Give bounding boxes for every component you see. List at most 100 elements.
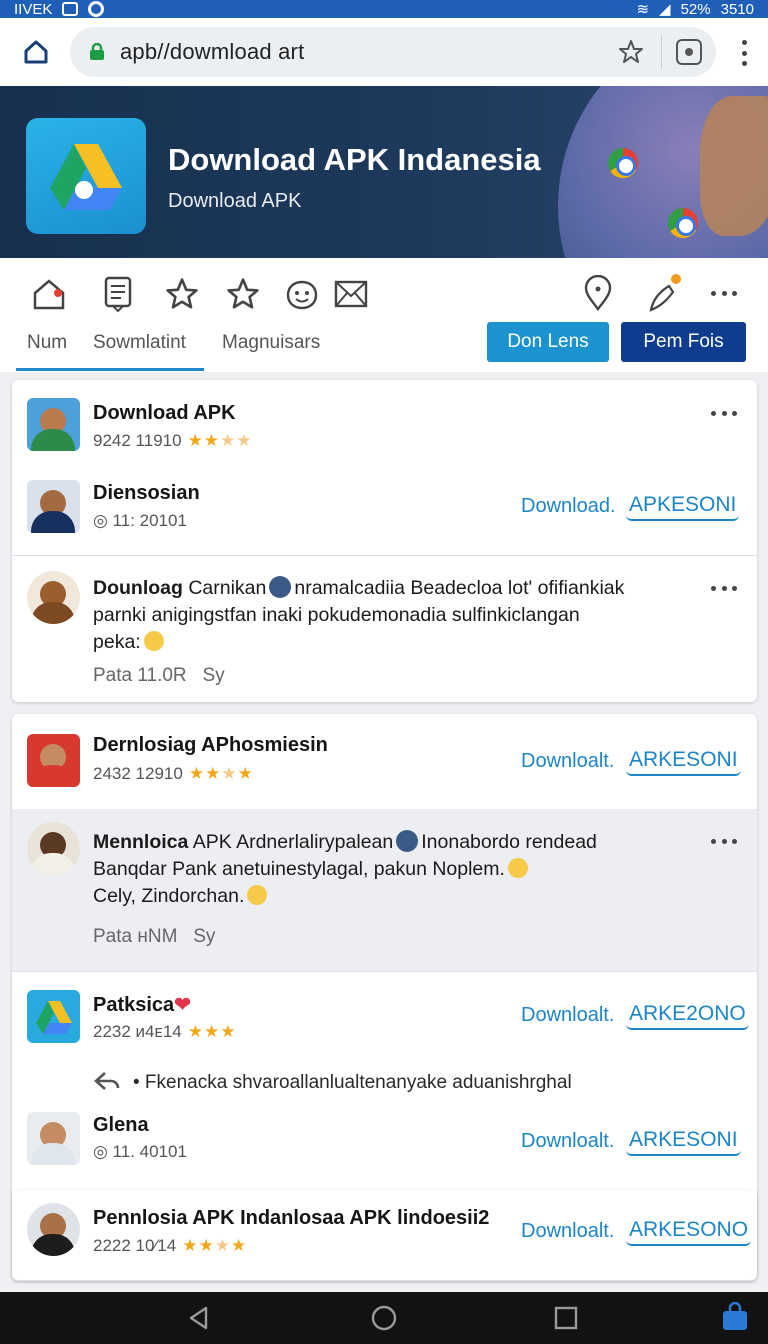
post-menu-button[interactable] [711, 586, 737, 592]
tab-magnuisars[interactable]: Magnuisars [222, 332, 320, 354]
chrome-icon [608, 148, 638, 178]
mail-icon[interactable] [331, 274, 371, 314]
app-stats: 9242 11910 [93, 431, 182, 450]
download-link[interactable]: Downloalt. [521, 1004, 614, 1027]
browser-toolbar: apb//dowmload art [0, 18, 768, 86]
app-meta: 9242 11910 ★★★★ [93, 431, 253, 451]
carrier-label: IIVEK [14, 0, 53, 18]
address-bar[interactable]: apb//dowmload art [70, 27, 716, 77]
active-tab-indicator [16, 368, 204, 371]
download-link[interactable]: Download. [521, 495, 616, 518]
rating-stars: ★★★★ [187, 431, 253, 450]
globe-landmass [700, 96, 768, 236]
avatar[interactable] [27, 990, 80, 1043]
emoji-icon [143, 631, 164, 651]
app-title[interactable]: Dernlosiag APhosmiesin [93, 734, 328, 757]
avatar[interactable] [27, 398, 80, 451]
post-footer: Pata 11.0R Sy [93, 665, 225, 686]
browser-menu-button[interactable] [738, 40, 750, 66]
apk-link[interactable]: ARKESONI [626, 1128, 741, 1156]
download-link[interactable]: Downloalt. [521, 750, 614, 773]
post-footer: Pata нNM Sy [93, 926, 216, 947]
bookmark-star-icon[interactable] [616, 37, 646, 67]
app-meta: ◎ 11: 20101 [93, 511, 187, 530]
app-title[interactable]: Patksica❤ [93, 992, 191, 1017]
rating-stars: ★★★★ [188, 764, 254, 783]
smiley-icon[interactable] [282, 274, 322, 314]
mention-avatar [269, 576, 292, 598]
share-line: • Fkenacka shvaroallanlualtenanyake adua… [93, 1070, 572, 1094]
hero-banner: Download APK Indanesia Download APK [0, 86, 768, 258]
divider [12, 555, 757, 556]
post-text: Mennloica APK Ardnerlalirypalean Inonabor… [93, 830, 597, 907]
url-text[interactable]: apb//dowmload art [120, 39, 304, 65]
tab-switcher-button[interactable] [676, 39, 702, 65]
avatar[interactable] [27, 734, 80, 787]
home-tab-icon[interactable] [29, 274, 69, 314]
apk-link[interactable]: ARKESONI [626, 748, 741, 776]
checkbox-notification-icon [62, 2, 79, 16]
banner-title: Download APK Indanesia [168, 142, 541, 177]
favorite-star-icon[interactable] [223, 274, 263, 314]
app-title[interactable]: Pennlosia APK Indanlosaa APK lindoesii2 [93, 1207, 489, 1230]
clock: 3510 [720, 0, 754, 18]
avatar[interactable] [27, 480, 80, 533]
app-meta: 2222 10⁄14 ★★★★ [93, 1236, 248, 1255]
app-meta: 2232 ᴎ4ᴇ14 ★★★ [93, 1022, 237, 1041]
drive-triangle-icon [35, 1001, 72, 1034]
app-title[interactable]: Diensosian [93, 482, 200, 505]
lens-button[interactable]: Don Lens [487, 322, 609, 362]
app-title[interactable]: Glena [93, 1114, 149, 1137]
tab-switcher-icon [685, 48, 693, 56]
lock-icon [90, 43, 104, 60]
banner-subtitle: Download APK [168, 190, 302, 212]
location-pin-icon[interactable] [578, 274, 618, 314]
avatar[interactable] [27, 1112, 80, 1165]
home-circle-icon[interactable] [371, 1305, 397, 1331]
emoji-icon [507, 858, 528, 878]
more-options-icon[interactable] [704, 274, 744, 314]
post-author[interactable]: Mennloica [93, 831, 188, 853]
fois-button[interactable]: Pem Fois [621, 322, 746, 362]
post-author[interactable]: Dounloag [93, 577, 183, 599]
tab-sowmlatint[interactable]: Sowmlatint [93, 332, 186, 354]
apk-link[interactable]: ARKESONO [626, 1218, 752, 1246]
download-link[interactable]: Downloalt. [521, 1130, 614, 1153]
download-link[interactable]: Downloalt. [521, 1220, 614, 1243]
drive-triangle-icon [50, 144, 122, 210]
apk-link[interactable]: ARKE2ONO [626, 1002, 749, 1030]
shopping-bag-icon[interactable] [720, 1302, 750, 1332]
reply-arrow-icon[interactable] [93, 1070, 121, 1092]
avatar[interactable] [27, 571, 80, 624]
divider [12, 971, 757, 972]
avatar[interactable] [27, 1203, 80, 1256]
post-text: Dounloag Carnikan nramalcadiia Beadecloa … [93, 576, 625, 653]
address-divider [661, 35, 662, 69]
rating-stars: ★★★★ [182, 1236, 248, 1255]
system-navigation-bar [0, 1292, 768, 1344]
apk-link[interactable]: APKESONI [626, 493, 740, 521]
app-meta: ◎ 11. 40101 [93, 1142, 187, 1161]
heart-icon: ❤ [174, 994, 191, 1016]
post-menu-button[interactable] [711, 839, 737, 845]
feed-card: Pennlosia APK Indanlosaa APK lindoesii2 … [12, 1190, 757, 1280]
app-title[interactable]: Download APK [93, 402, 236, 425]
star-icon[interactable] [162, 274, 202, 314]
app-logo [26, 118, 146, 234]
rating-stars: ★★★ [187, 1022, 237, 1041]
tab-num[interactable]: Num [27, 332, 67, 354]
document-icon[interactable] [98, 274, 138, 314]
status-bar: IIVEK ≋ ◢ 52% 3510 [0, 0, 768, 18]
app-meta: 2432 12910 ★★★★ [93, 764, 254, 783]
home-button[interactable] [16, 32, 56, 72]
item-menu-button[interactable] [711, 411, 737, 417]
avatar[interactable] [27, 822, 80, 875]
home-icon [24, 40, 48, 64]
signal-icon: ◢ [659, 1, 671, 18]
recents-icon[interactable] [553, 1305, 579, 1331]
battery-level: 52% [680, 0, 711, 18]
launch-icon[interactable] [643, 274, 683, 314]
mention-avatar [396, 830, 419, 852]
back-icon[interactable] [186, 1305, 212, 1331]
emoji-icon [247, 885, 268, 905]
